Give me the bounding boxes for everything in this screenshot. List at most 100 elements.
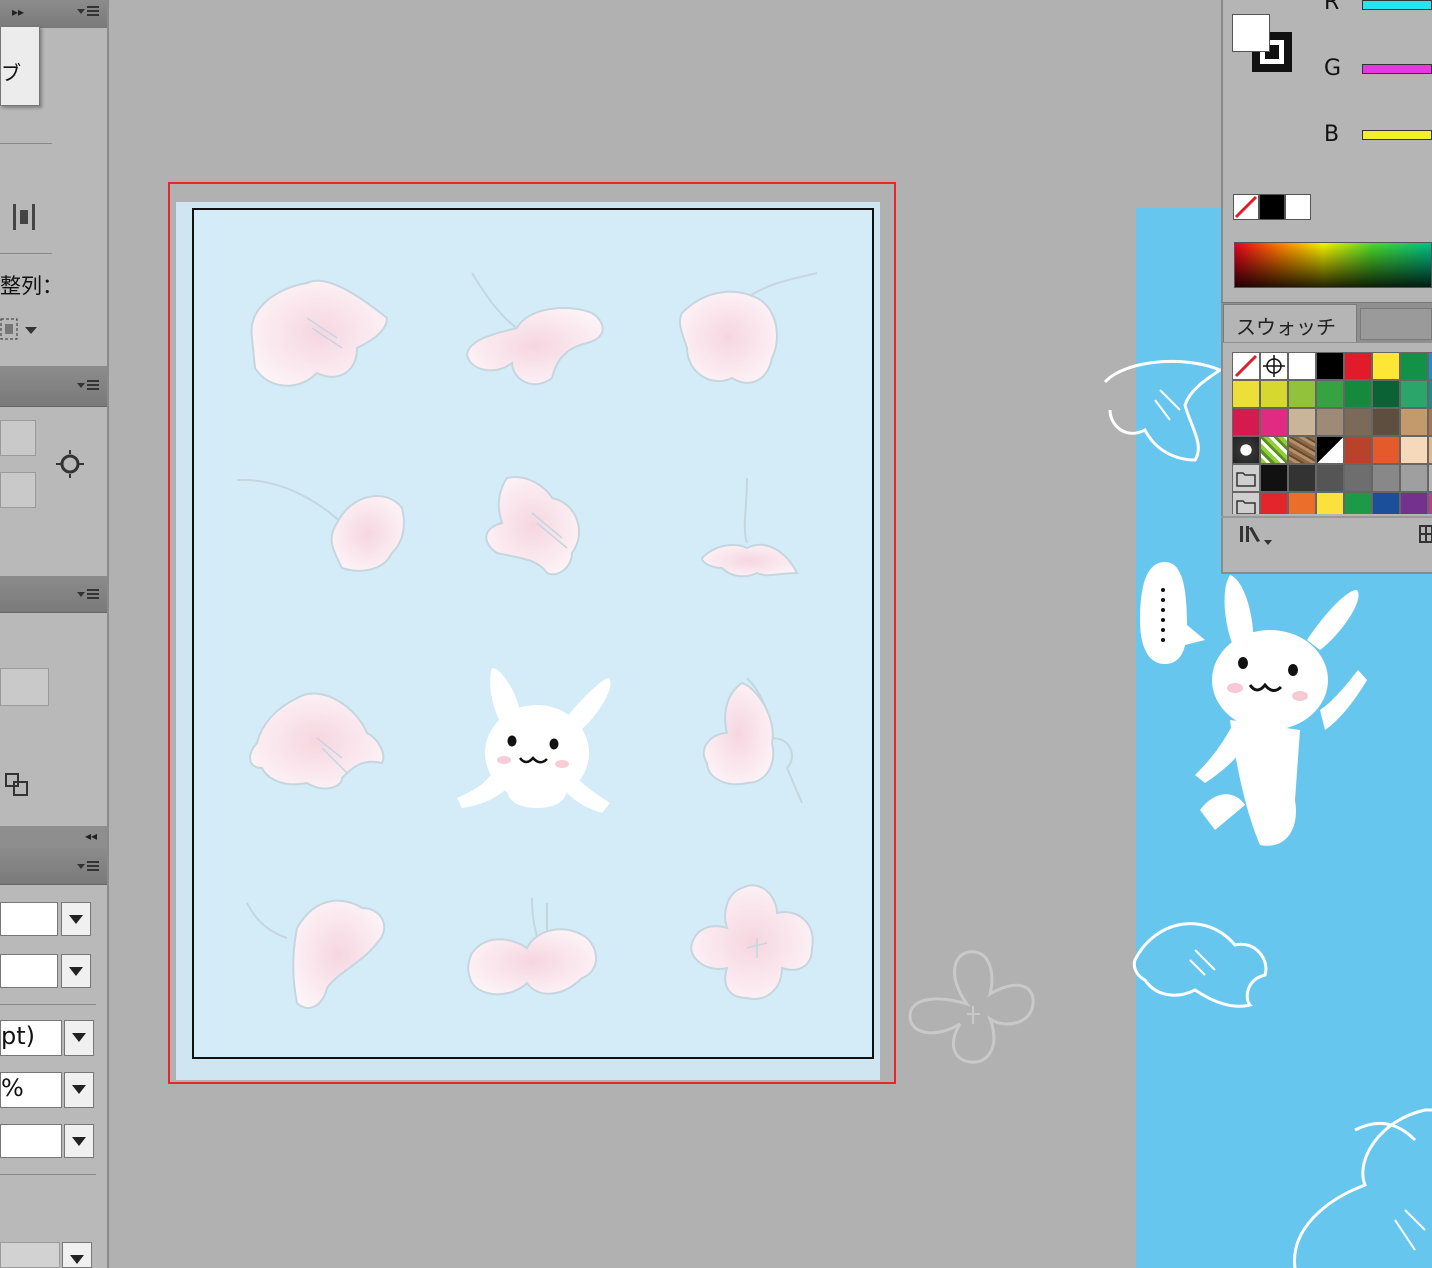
pattern-swatch[interactable] [1232,436,1260,464]
color-swatch[interactable] [1260,464,1288,492]
dropdown-arrow-icon[interactable] [61,902,91,936]
cherry-blossom-icon [700,477,799,578]
color-swatch[interactable] [1232,408,1260,436]
color-swatch[interactable] [1428,436,1432,464]
cherry-blossom-icon [250,279,389,387]
color-swatch[interactable] [1288,464,1316,492]
color-swatch[interactable] [1428,408,1432,436]
color-swatch[interactable] [1400,352,1428,380]
color-swatch[interactable] [1400,380,1428,408]
dropdown-arrow-icon[interactable] [64,1124,94,1158]
panel-menu-icon[interactable] [77,589,99,601]
select-field[interactable] [0,954,58,988]
swatch-view-icon[interactable] [1418,524,1432,544]
color-swatch[interactable] [1288,352,1316,380]
speech-bubble-icon [1140,562,1205,664]
color-swatch[interactable] [1428,380,1432,408]
color-swatch[interactable] [1344,492,1372,514]
input-field[interactable] [0,668,49,706]
cherry-blossom-icon [249,692,385,790]
swatch-group-folder-icon[interactable] [1232,492,1260,514]
percent-field[interactable]: % [0,1072,62,1108]
align-to-selection-icon[interactable] [0,316,44,344]
dropdown-arrow-icon[interactable] [61,954,91,988]
stroke-weight-field[interactable]: pt) [0,1020,62,1056]
select-field[interactable] [0,1242,60,1268]
dropdown-arrow-icon[interactable] [64,1072,94,1108]
panel-header-1[interactable]: ▸▸ [0,0,107,29]
panel-header-2[interactable] [0,366,107,407]
panel-menu-icon[interactable] [77,6,99,18]
channel-slider-r[interactable] [1362,0,1432,10]
swatches-tab[interactable]: スウォッチ [1223,304,1357,342]
channel-label-r: R [1324,0,1340,15]
align-to-label: 整列： [0,274,63,298]
color-swatch[interactable] [1344,408,1372,436]
color-swatch[interactable] [1316,352,1344,380]
color-swatch[interactable] [1372,436,1400,464]
dropdown-arrow-icon[interactable] [62,1242,92,1268]
arrange-icon[interactable] [4,772,30,798]
color-swatch[interactable] [1260,380,1288,408]
swatch-libraries-icon[interactable] [1238,524,1278,546]
color-swatch[interactable] [1372,352,1400,380]
color-swatch[interactable] [1344,464,1372,492]
panel-menu-icon[interactable] [77,380,99,392]
panel-header-4[interactable] [0,848,107,885]
color-swatch[interactable] [1400,408,1428,436]
quick-color-swatches[interactable] [1233,194,1312,221]
color-swatch[interactable] [1232,380,1260,408]
expand-panels-icon[interactable]: ▸▸ [12,5,24,19]
channel-slider-g[interactable] [1362,64,1432,74]
color-swatch[interactable] [1316,408,1344,436]
color-swatch[interactable] [1400,464,1428,492]
fill-swatch[interactable] [1232,14,1270,52]
color-swatch[interactable] [1288,380,1316,408]
color-swatch[interactable] [1344,436,1372,464]
swatch-group-folder-icon[interactable] [1232,464,1260,492]
pattern-swatch[interactable] [1316,436,1344,464]
collapse-panels-icon[interactable]: ◂◂ [85,829,97,843]
color-swatch[interactable] [1344,380,1372,408]
distribute-horizontal-icon[interactable] [10,200,44,234]
color-swatch[interactable] [1400,436,1428,464]
color-swatch[interactable] [1428,464,1432,492]
dropdown-arrow-icon[interactable] [64,1020,94,1056]
flower-outline-icon [1103,359,1224,462]
color-swatch[interactable] [1344,352,1372,380]
color-swatch[interactable] [1316,464,1344,492]
cherry-blossom-icon [236,478,405,572]
tab-second[interactable] [1360,308,1432,340]
channel-slider-b[interactable] [1362,130,1432,140]
color-swatch[interactable] [1288,492,1316,514]
constrain-proportions-icon[interactable] [54,448,86,480]
panel-flyout[interactable]: ブ [0,26,40,106]
pattern-swatch[interactable] [1288,436,1316,464]
registration-swatch-icon[interactable] [1260,352,1288,380]
color-swatch[interactable] [1372,464,1400,492]
input-field[interactable] [0,420,36,456]
channel-label-b: B [1324,122,1340,147]
color-spectrum[interactable] [1234,242,1432,288]
color-swatch[interactable] [1316,492,1344,514]
color-swatch[interactable] [1372,380,1400,408]
color-swatch[interactable] [1428,352,1432,380]
color-swatch[interactable] [1372,492,1400,514]
select-field[interactable] [0,902,58,936]
color-swatch[interactable] [1428,492,1432,514]
none-swatch-icon[interactable] [1232,352,1260,380]
panel-collapse-bar[interactable]: ◂◂ [0,826,107,849]
pattern-artwork[interactable] [192,208,874,1059]
panel-menu-icon[interactable] [77,861,99,873]
select-field[interactable] [0,1124,62,1158]
color-swatch[interactable] [1260,492,1288,514]
cherry-blossom-icon [246,899,386,1009]
color-swatch[interactable] [1260,408,1288,436]
color-swatch[interactable] [1372,408,1400,436]
panel-header-3[interactable] [0,576,107,613]
color-swatch[interactable] [1400,492,1428,514]
color-swatch[interactable] [1288,408,1316,436]
color-swatch[interactable] [1316,380,1344,408]
pattern-swatch[interactable] [1260,436,1288,464]
input-field[interactable] [0,472,36,508]
